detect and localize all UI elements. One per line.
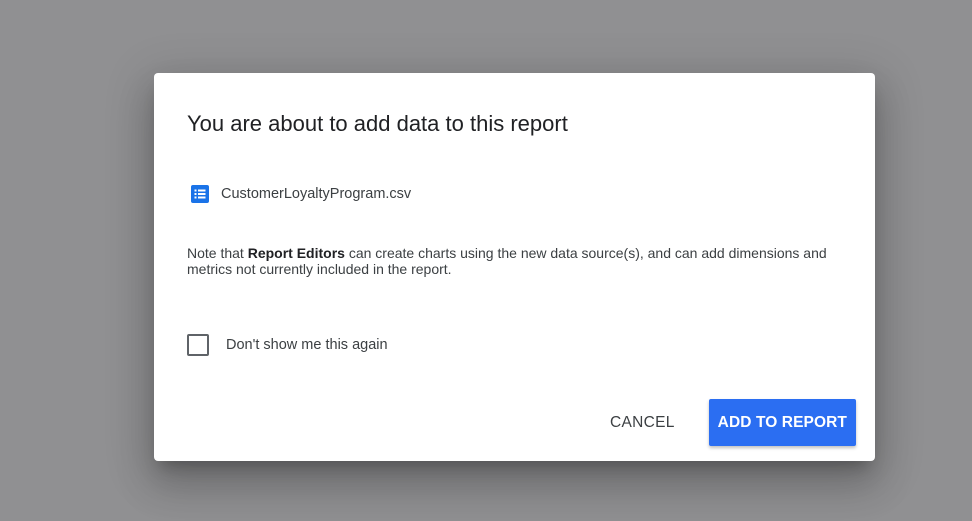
data-source-list-icon <box>190 184 210 204</box>
dialog-actions: CANCEL ADD TO REPORT <box>594 399 856 446</box>
add-data-dialog: You are about to add data to this report… <box>154 73 875 461</box>
dialog-title: You are about to add data to this report <box>187 111 568 136</box>
data-source-row: CustomerLoyaltyProgram.csv <box>190 184 411 204</box>
note-prefix: Note that <box>187 245 248 261</box>
data-source-name: CustomerLoyaltyProgram.csv <box>221 186 412 202</box>
cancel-button[interactable]: CANCEL <box>594 400 691 446</box>
dont-show-again-row[interactable]: Don't show me this again <box>187 334 388 356</box>
editor-note: Note that Report Editors can create char… <box>187 245 852 277</box>
note-bold-role: Report Editors <box>247 245 345 261</box>
dont-show-again-label[interactable]: Don't show me this again <box>226 337 388 353</box>
add-to-report-button[interactable]: ADD TO REPORT <box>708 399 856 446</box>
dont-show-again-checkbox[interactable] <box>187 334 209 356</box>
